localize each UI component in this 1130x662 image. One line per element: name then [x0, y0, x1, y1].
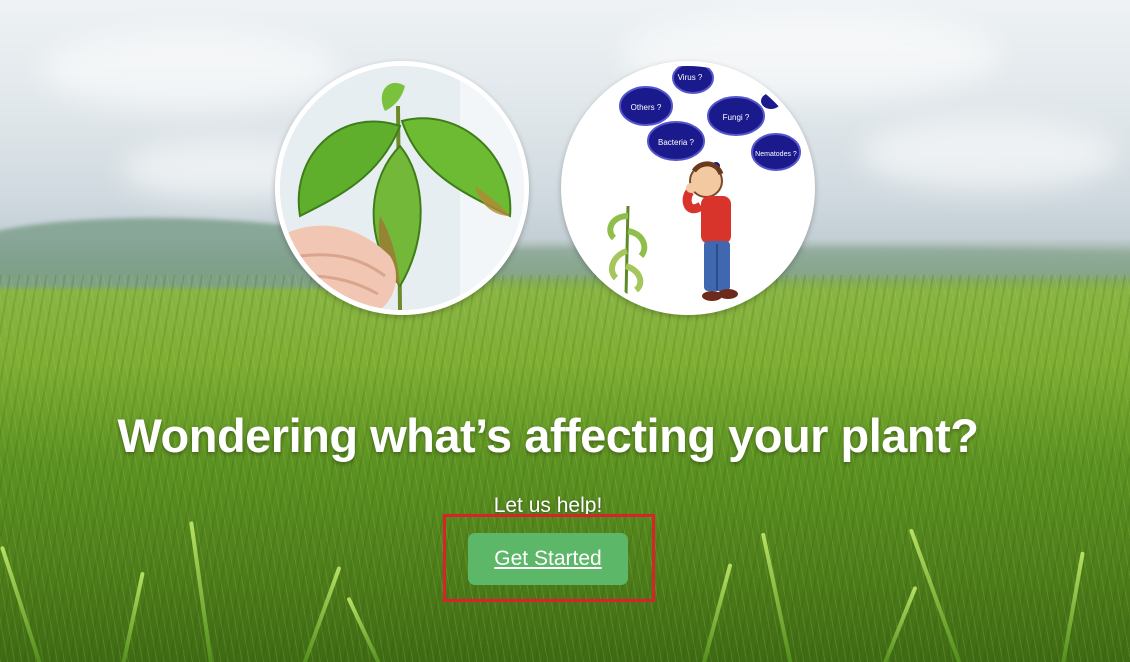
leaf-photo: [275, 61, 529, 315]
hero-headline: Wondering what’s affecting your plant?: [117, 409, 979, 462]
bubble-fungi: Fungi ?: [723, 113, 750, 122]
bubble-others: Others ?: [631, 103, 662, 112]
thought-bubble: Bacteria ?: [647, 121, 705, 161]
thought-bubble: Fungi ?: [707, 96, 765, 136]
bubble-bacteria: Bacteria ?: [658, 138, 695, 147]
confused-gardener-illustration: Others ? Virus ? Fungi ? Bacteria ? Nema…: [561, 61, 815, 315]
bubble-nematodes: Nematodes ?: [755, 151, 797, 158]
diseased-leaf-image: [280, 66, 524, 310]
hero-subheadline: Let us help!: [493, 494, 603, 517]
grass-field: [0, 275, 1130, 662]
thought-bubble: Nematodes ?: [751, 133, 801, 171]
thought-bubble: Others ?: [619, 86, 673, 126]
bubble-virus: Virus ?: [678, 73, 703, 82]
thought-bubble: Virus ?: [672, 66, 714, 94]
get-started-button[interactable]: Get Started: [468, 533, 628, 585]
cloud: [860, 120, 1120, 190]
cloud: [40, 30, 340, 110]
